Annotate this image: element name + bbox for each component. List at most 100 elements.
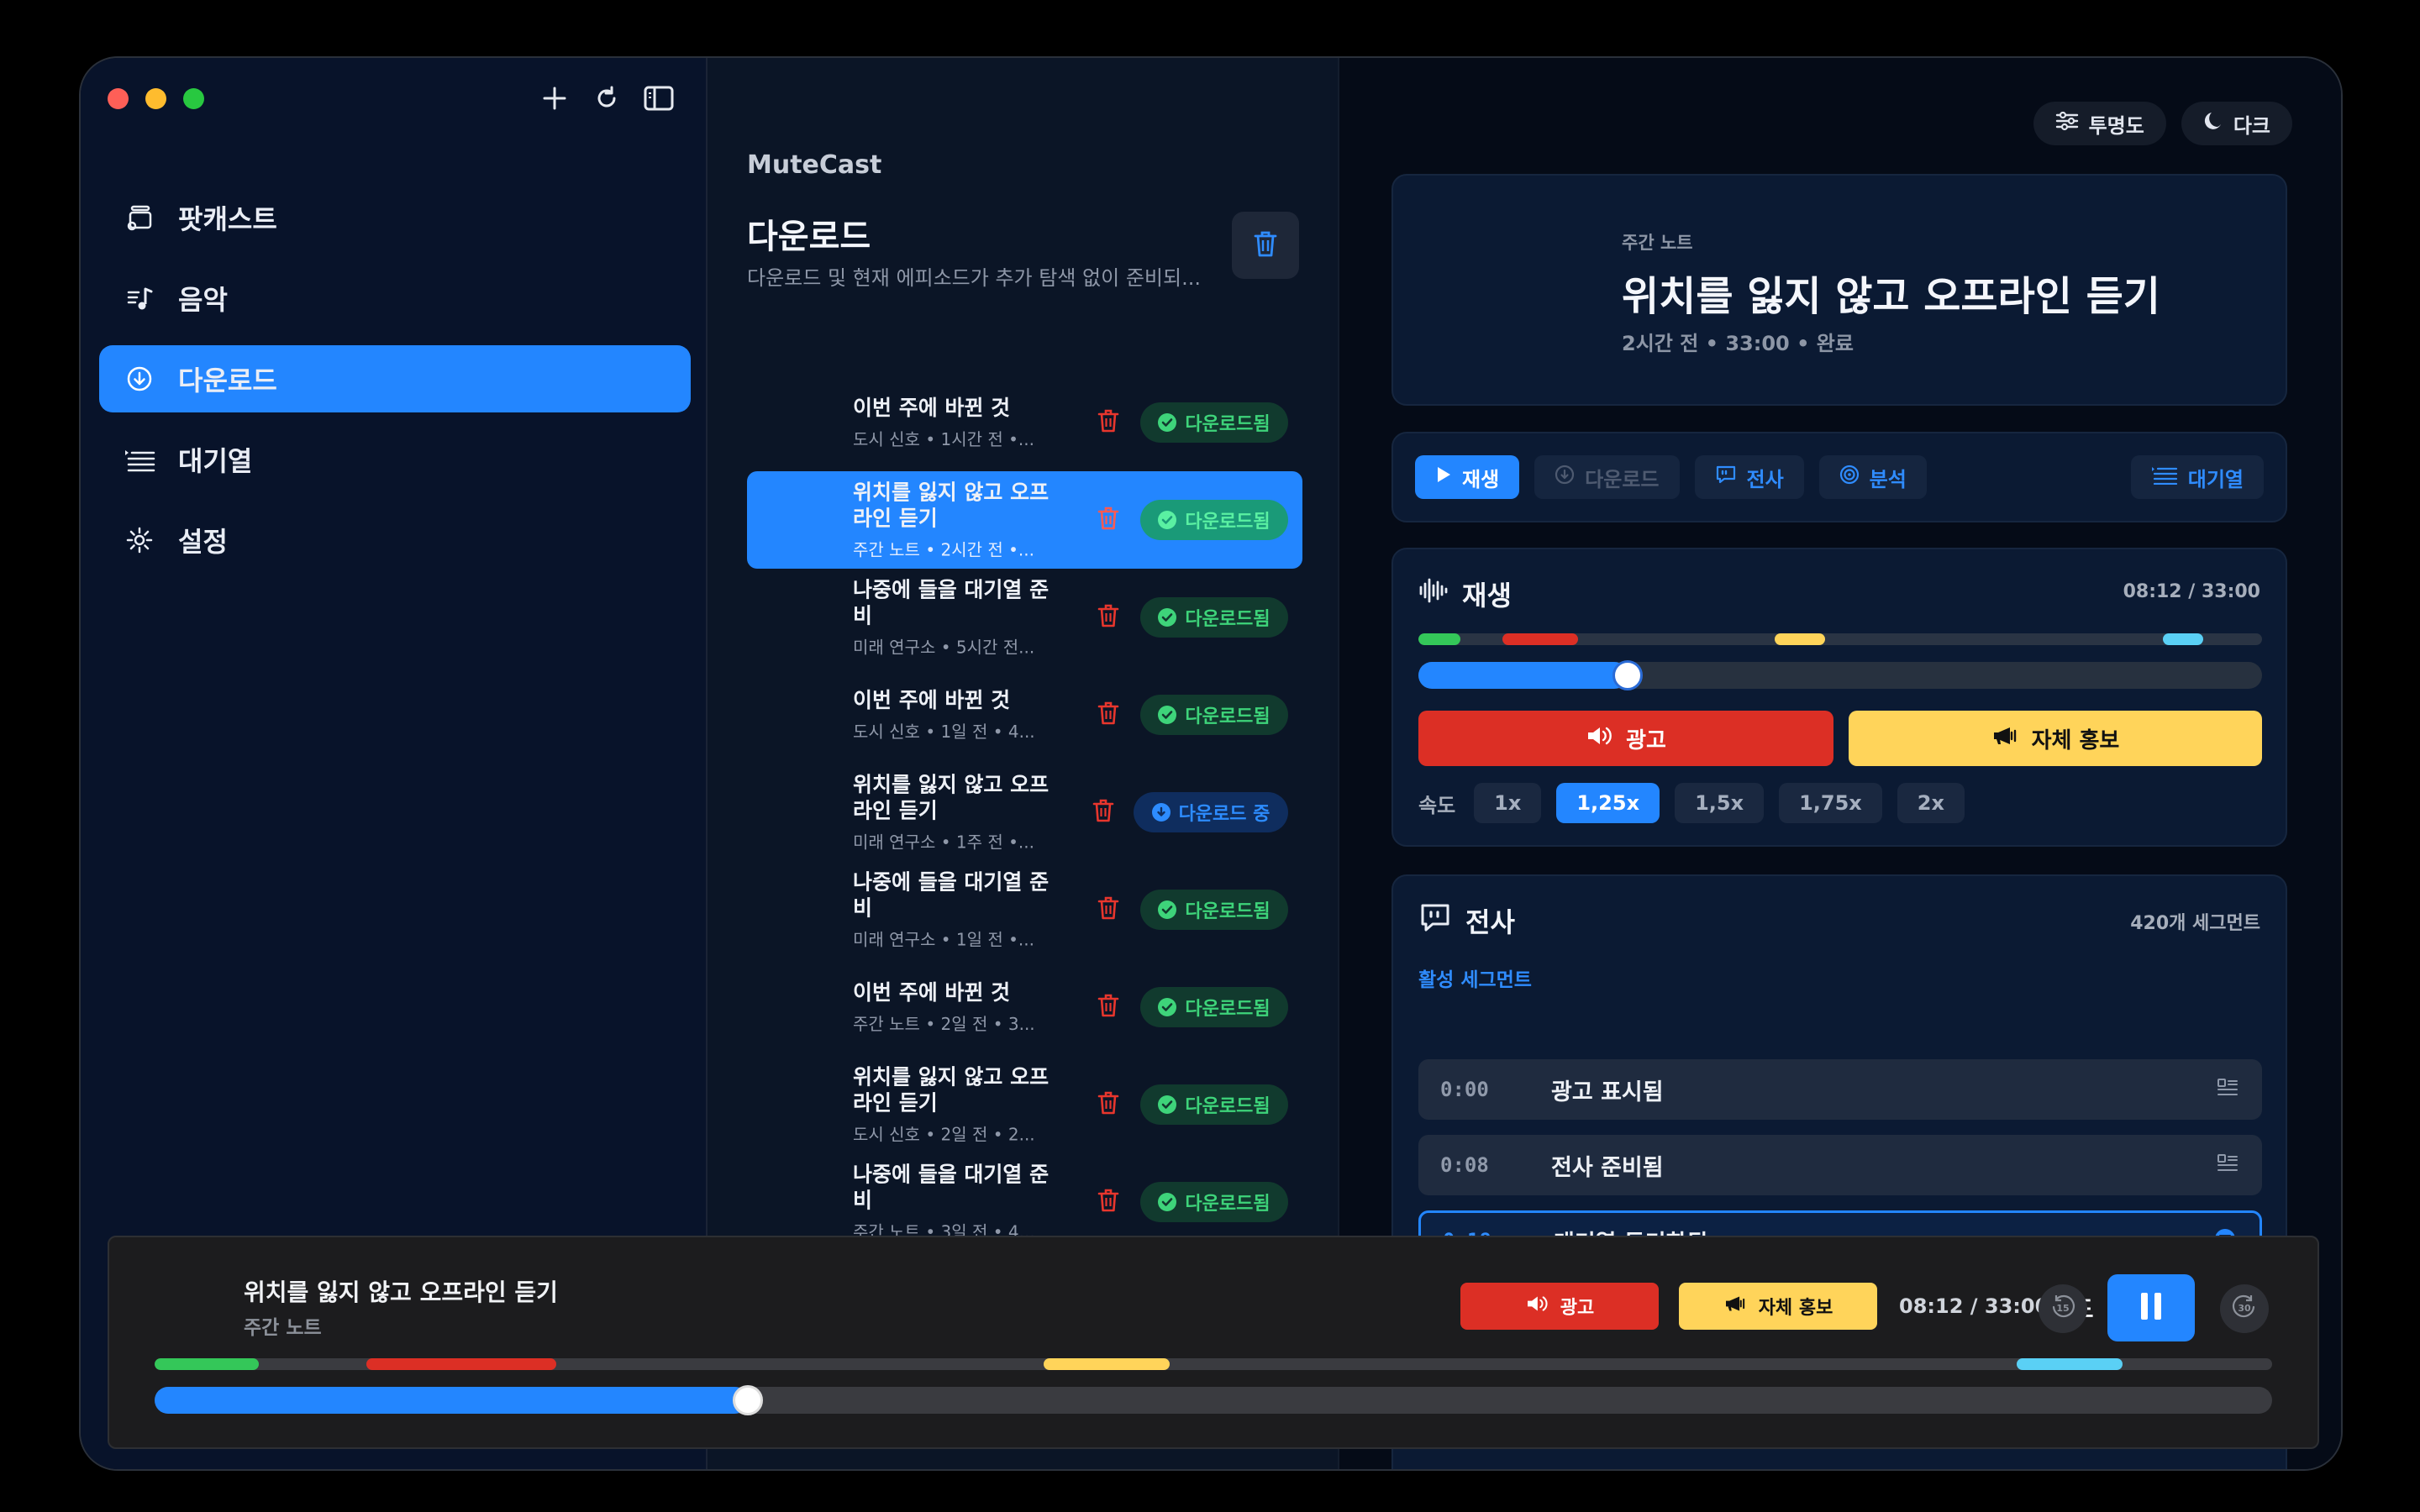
list-item[interactable]: 나중에 들을 대기열 준비 미래 연구소 • 5시간 전... 다운로드됨 <box>747 569 1302 666</box>
self-promo-button[interactable]: 자체 홍보 <box>1849 711 2262 766</box>
sidebar-item-podcasts[interactable]: 팟캐스트 <box>99 184 691 251</box>
ad-skip-button[interactable]: 광고 <box>1418 711 1833 766</box>
delete-episode-button[interactable] <box>1092 503 1125 537</box>
self-promo-button[interactable]: 자체 홍보 <box>1679 1283 1877 1330</box>
status-badge: 다운로드됨 <box>1140 1084 1288 1125</box>
list-item[interactable]: 위치를 잃지 않고 오프라인 듣기 주간 노트 • 2시간 전 •... 다운로… <box>747 471 1302 569</box>
download-label: 다운로드 <box>1585 467 1660 491</box>
transparency-button[interactable]: 투명도 <box>2033 102 2166 145</box>
music-note-icon <box>123 281 156 315</box>
play-button[interactable]: 재생 <box>1415 455 1520 499</box>
trash-icon <box>1097 408 1119 437</box>
trash-icon <box>1097 506 1119 534</box>
action-buttons: 재생 다운로드 전사 분석 대기열 <box>1393 433 2286 521</box>
pause-icon <box>2137 1290 2165 1326</box>
delete-episode-button[interactable] <box>1092 406 1125 439</box>
status-badge: 다운로드됨 <box>1140 500 1288 540</box>
speed-option[interactable]: 1,75x <box>1779 783 1882 823</box>
status-badge: 다운로드됨 <box>1140 1182 1288 1222</box>
skip-back-15-icon: 15 <box>2049 1293 2077 1325</box>
list-item[interactable]: 위치를 잃지 않고 오프라인 듣기 도시 신호 • 2일 전 • 2... 다운… <box>747 1056 1302 1153</box>
episode-text: 위치를 잃지 않고 오프라인 듣기 도시 신호 • 2일 전 • 2... <box>853 1064 1055 1146</box>
zoom-window-button[interactable] <box>183 88 204 109</box>
delete-episode-button[interactable] <box>1092 1185 1125 1219</box>
episode-meta: 도시 신호 • 1일 전 • 4... <box>853 722 1035 742</box>
delete-episode-button[interactable] <box>1092 893 1125 927</box>
quote-bubble-icon <box>1715 465 1737 490</box>
sidebar-item-settings[interactable]: 설정 <box>99 507 691 574</box>
skip-forward-button[interactable]: 30 <box>2220 1284 2269 1333</box>
sidebar-item-music[interactable]: 음악 <box>99 265 691 332</box>
theme-button[interactable]: 다크 <box>2181 102 2292 145</box>
intro-segment <box>1418 633 1460 645</box>
playback-progress[interactable] <box>1418 660 2262 690</box>
check-circle-icon <box>1158 511 1177 529</box>
check-circle-icon <box>1158 706 1177 724</box>
ad-segment <box>1502 633 1578 645</box>
ad-skip-button[interactable]: 광고 <box>1460 1283 1659 1330</box>
queue-list-icon <box>123 443 156 476</box>
episode-text: 나중에 들을 대기열 준비 미래 연구소 • 5시간 전... <box>853 577 1055 659</box>
promo-label: 자체 홍보 <box>1758 1298 1833 1319</box>
delete-episode-button[interactable] <box>1092 698 1125 732</box>
megaphone-icon <box>1723 1294 1747 1318</box>
transcript-header: 전사 <box>1418 901 1515 940</box>
text-lines-icon[interactable] <box>2217 1153 2238 1177</box>
segment-time: 0:08 <box>1440 1153 1489 1177</box>
mini-progress[interactable] <box>155 1385 2272 1415</box>
transcript-row[interactable]: 0:08 전사 준비됨 <box>1418 1135 2262 1195</box>
episode-text: 나중에 들을 대기열 준비 주간 노트 • 3일 전 • 4... <box>853 1162 1055 1243</box>
list-item[interactable]: 이번 주에 바뀐 것 도시 신호 • 1시간 전 •... 다운로드됨 <box>747 374 1302 471</box>
analysis-button[interactable]: 분석 <box>1818 455 1927 499</box>
podcast-name: 주간 노트 <box>1622 233 1693 253</box>
playback-header: 재생 <box>1418 575 1512 613</box>
sidebar-item-label: 설정 <box>178 526 228 558</box>
episode-meta: 주간 노트 • 2시간 전 •... <box>853 539 1034 560</box>
speed-option-selected[interactable]: 1,25x <box>1556 783 1660 823</box>
transcript-row[interactable]: 0:00 광고 표시됨 <box>1418 1059 2262 1120</box>
sidebar-toggle-icon[interactable] <box>642 81 676 115</box>
episode-title: 나중에 들을 대기열 준비 <box>853 577 1050 628</box>
play-icon <box>1435 465 1452 489</box>
sidebar-item-downloads[interactable]: 다운로드 <box>99 345 691 412</box>
pause-button[interactable] <box>2107 1274 2195 1341</box>
text-lines-icon[interactable] <box>2217 1078 2238 1101</box>
skip-back-button[interactable]: 15 <box>2039 1284 2087 1333</box>
progress-knob[interactable] <box>1612 660 1643 690</box>
delete-episode-button[interactable] <box>1086 795 1120 829</box>
episode-meta: 미래 연구소 • 5시간 전... <box>853 637 1035 658</box>
promo-label: 자체 홍보 <box>2031 727 2120 753</box>
close-window-button[interactable] <box>108 88 129 109</box>
speed-option[interactable]: 2x <box>1897 783 1965 823</box>
episode-meta: 미래 연구소 • 1주 전 •... <box>853 832 1034 853</box>
skip-back-value: 15 <box>2056 1303 2069 1314</box>
status-label: 다운로드됨 <box>1185 414 1270 435</box>
list-item[interactable]: 이번 주에 바뀐 것 도시 신호 • 1일 전 • 4... 다운로드됨 <box>747 666 1302 764</box>
list-item[interactable]: 위치를 잃지 않고 오프라인 듣기 미래 연구소 • 1주 전 •... 다운로… <box>747 764 1302 861</box>
list-item[interactable]: 이번 주에 바뀐 것 주간 노트 • 2일 전 • 3... 다운로드됨 <box>747 958 1302 1056</box>
segment-count: 420개 세그먼트 <box>2130 913 2260 934</box>
episode-text: 이번 주에 바뀐 것 도시 신호 • 1시간 전 •... <box>853 395 1055 450</box>
ad-label: 광고 <box>1560 1298 1595 1319</box>
sidebar-item-queue[interactable]: 대기열 <box>99 426 691 493</box>
status-label: 다운로드됨 <box>1185 1194 1270 1215</box>
theme-label: 다크 <box>2233 113 2270 138</box>
check-circle-icon <box>1158 608 1177 627</box>
episode-text: 이번 주에 바뀐 것 도시 신호 • 1일 전 • 4... <box>853 687 1055 743</box>
download-button[interactable]: 다운로드 <box>1534 455 1680 499</box>
delete-episode-button[interactable] <box>1092 1088 1125 1121</box>
analysis-label: 분석 <box>1869 467 1907 491</box>
refresh-icon[interactable] <box>590 81 623 115</box>
delete-episode-button[interactable] <box>1092 601 1125 634</box>
delete-episode-button[interactable] <box>1092 990 1125 1024</box>
list-item[interactable]: 나중에 들을 대기열 준비 미래 연구소 • 1일 전 •... 다운로드됨 <box>747 861 1302 958</box>
speed-option[interactable]: 1x <box>1474 783 1542 823</box>
queue-button[interactable]: 대기열 <box>2130 455 2264 499</box>
transcript-button[interactable]: 전사 <box>1694 455 1804 499</box>
plus-icon[interactable] <box>538 81 571 115</box>
progress-knob[interactable] <box>732 1385 763 1415</box>
speed-option[interactable]: 1,5x <box>1675 783 1765 823</box>
episode-meta: 2시간 전 • 33:00 • 완료 <box>1622 332 1854 355</box>
minimize-window-button[interactable] <box>145 88 166 109</box>
delete-all-button[interactable] <box>1232 212 1299 279</box>
